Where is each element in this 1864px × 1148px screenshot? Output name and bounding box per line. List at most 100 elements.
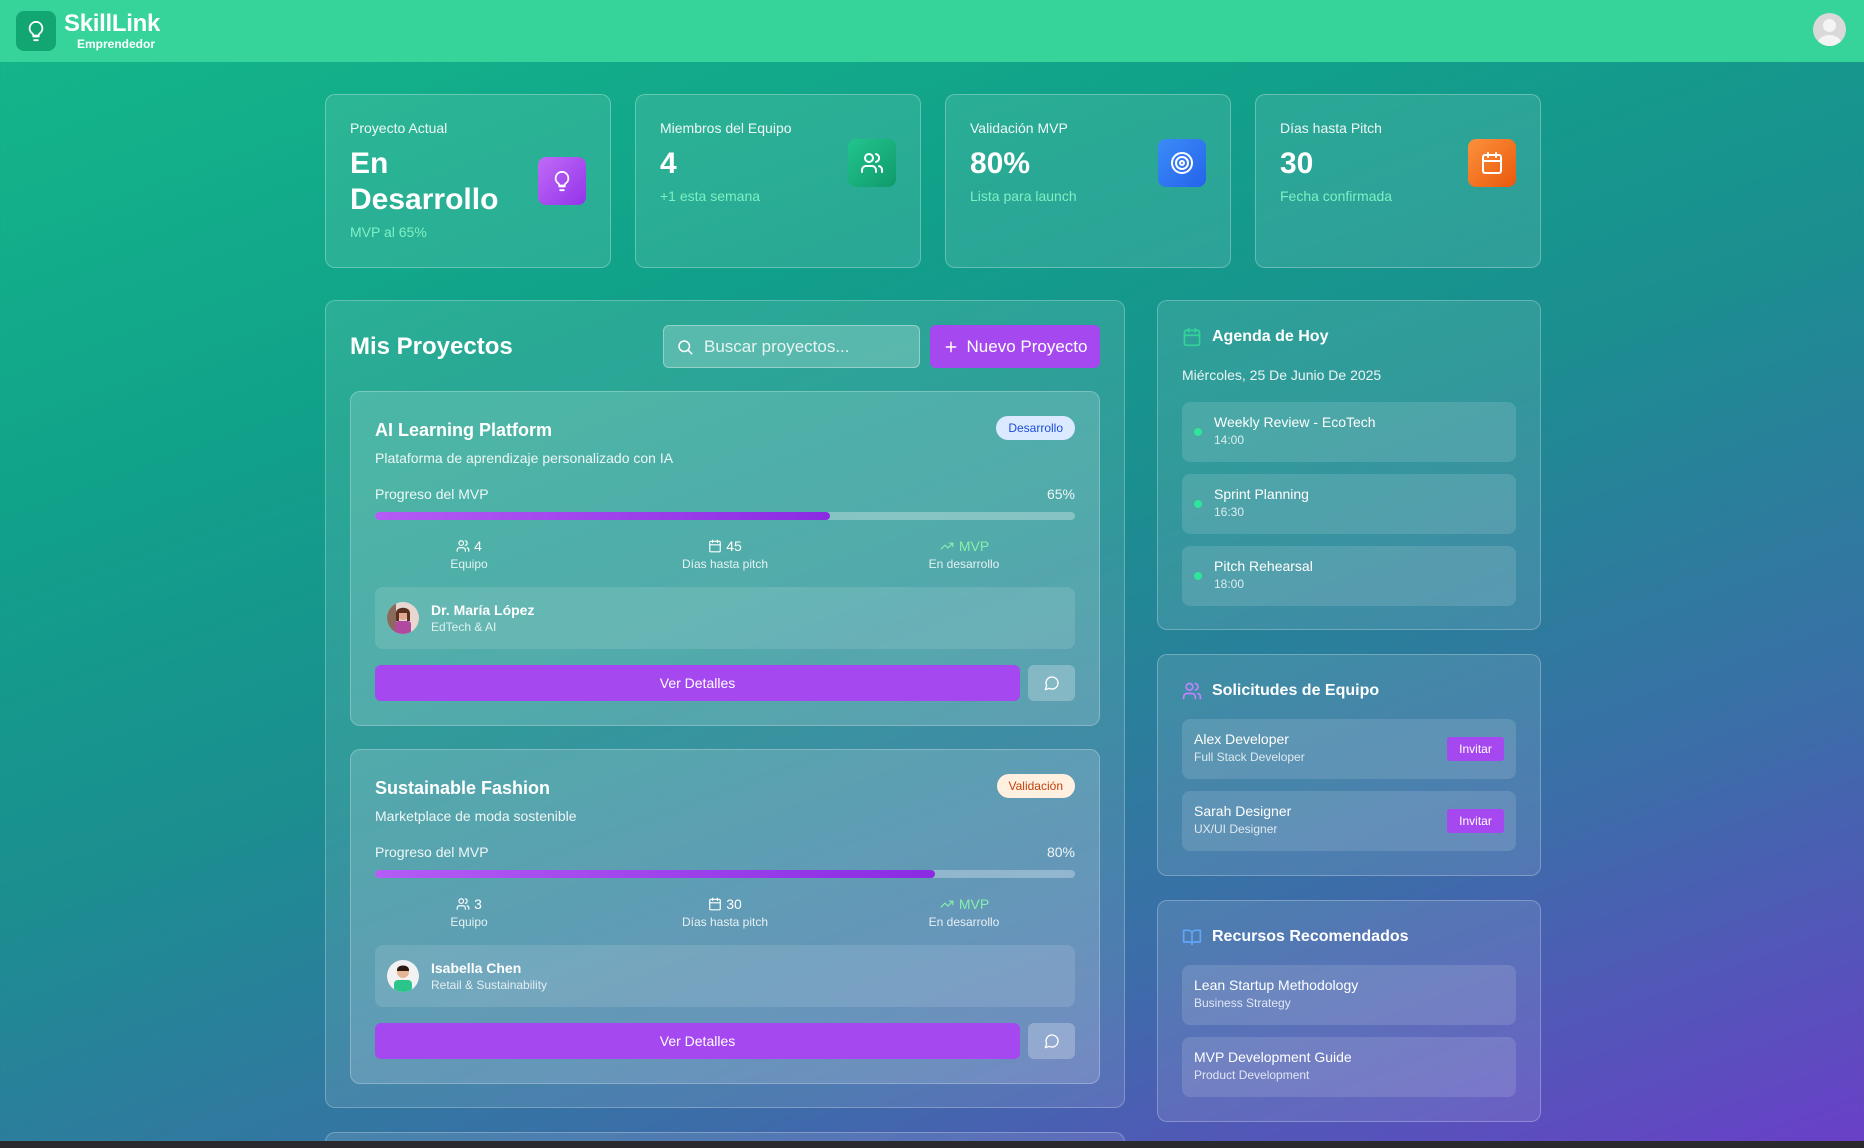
agenda-item[interactable]: Pitch Rehearsal 18:00: [1182, 546, 1516, 606]
agenda-item-name: Weekly Review - EcoTech: [1214, 414, 1376, 430]
view-details-button[interactable]: Ver Detalles: [375, 665, 1020, 701]
resource-item[interactable]: Lean Startup Methodology Business Strate…: [1182, 965, 1516, 1025]
users-icon: [456, 898, 470, 910]
calendar-icon: [1183, 327, 1201, 347]
status-badge: Validación: [996, 774, 1075, 798]
metric-days: 30 Días hasta pitch: [625, 896, 825, 929]
progress-label: Progreso del MVP: [375, 486, 489, 502]
stat-label: Proyecto Actual: [350, 120, 448, 136]
team-request-item: Alex Developer Full Stack Developer Invi…: [1182, 719, 1516, 779]
bottom-strip: [0, 1141, 1864, 1148]
team-requests-panel: Solicitudes de Equipo Alex Developer Ful…: [1157, 654, 1541, 876]
avatar: [387, 960, 419, 992]
project-desc: Marketplace de moda sostenible: [375, 808, 577, 824]
search-icon: [678, 339, 693, 354]
progress-fill: [375, 512, 830, 520]
agenda-item[interactable]: Weekly Review - EcoTech 14:00: [1182, 402, 1516, 462]
project-card: Sustainable Fashion Marketplace de moda …: [350, 749, 1100, 1084]
metric-label: Días hasta pitch: [681, 557, 769, 571]
mentor-row[interactable]: Isabella Chen Retail & Sustainability: [375, 945, 1075, 1007]
stat-card-mvp-validation: Validación MVP 80% Lista para launch: [945, 94, 1231, 268]
agenda-title: Agenda de Hoy: [1212, 328, 1329, 345]
metric-value: 45: [726, 538, 742, 554]
stat-card-team-members: Miembros del Equipo 4 +1 esta semana: [635, 94, 921, 268]
chat-button[interactable]: [1028, 665, 1075, 701]
resources-panel: Recursos Recomendados Lean Startup Metho…: [1157, 900, 1541, 1122]
progress-fill: [375, 870, 935, 878]
status-dot: [1194, 428, 1202, 436]
resource-category: Product Development: [1194, 1068, 1310, 1082]
invite-button[interactable]: Invitar: [1447, 809, 1504, 833]
status-dot: [1194, 500, 1202, 508]
invite-button[interactable]: Invitar: [1447, 737, 1504, 761]
team-requests-title: Solicitudes de Equipo: [1212, 682, 1380, 699]
resources-header: Recursos Recomendados: [1182, 927, 1409, 947]
metric-value: 4: [474, 538, 482, 554]
metric-value: 30: [726, 896, 742, 912]
users-icon: [848, 139, 896, 187]
metric-label: Equipo: [450, 557, 488, 571]
mentor-field: Retail & Sustainability: [431, 978, 548, 992]
agenda-item-time: 18:00: [1214, 577, 1245, 591]
users-icon: [1182, 682, 1202, 700]
progress-bar: [375, 870, 1075, 878]
agenda-date: Miércoles, 25 De Junio De 2025: [1182, 367, 1382, 383]
calendar-icon: [709, 897, 722, 911]
trending-up-icon: [940, 900, 954, 908]
view-details-button[interactable]: Ver Detalles: [375, 1023, 1020, 1059]
stat-sub: MVP al 65%: [350, 224, 427, 240]
project-desc: Plataforma de aprendizaje personalizado …: [375, 450, 674, 466]
book-open-icon: [1182, 929, 1202, 946]
users-icon: [456, 540, 470, 552]
mentor-field: EdTech & AI: [431, 620, 497, 634]
status-badge: Desarrollo: [996, 416, 1075, 440]
metric-label: En desarrollo: [928, 557, 1000, 571]
lightbulb-icon: [538, 157, 586, 205]
metric-value: MVP: [958, 896, 990, 912]
status-dot: [1194, 572, 1202, 580]
resource-item[interactable]: MVP Development Guide Product Developmen…: [1182, 1037, 1516, 1097]
brand[interactable]: SkillLink Emprendedor: [64, 10, 160, 51]
metric-team: 3 Equipo: [369, 896, 569, 929]
calendar-icon: [709, 539, 722, 553]
agenda-panel: Agenda de Hoy Miércoles, 25 De Junio De …: [1157, 300, 1541, 630]
progress-label: Progreso del MVP: [375, 844, 489, 860]
stat-sub: Lista para launch: [970, 188, 1077, 204]
plus-icon: [945, 341, 956, 352]
projects-panel: Mis Proyectos Nuevo Proyecto AI Learning…: [325, 300, 1125, 1108]
message-icon: [1044, 1034, 1059, 1049]
project-title: Sustainable Fashion: [375, 778, 551, 798]
agenda-header: Agenda de Hoy: [1182, 327, 1328, 347]
team-request-item: Sarah Designer UX/UI Designer Invitar: [1182, 791, 1516, 851]
user-avatar[interactable]: [1813, 13, 1846, 46]
resource-category: Business Strategy: [1194, 996, 1291, 1010]
target-icon: [1158, 139, 1206, 187]
search-box[interactable]: [663, 325, 920, 368]
app-name: SkillLink: [64, 10, 160, 37]
agenda-item-time: 14:00: [1214, 433, 1245, 447]
stat-label: Validación MVP: [970, 120, 1068, 136]
metric-days: 45 Días hasta pitch: [625, 538, 825, 571]
metric-value: MVP: [958, 538, 990, 554]
agenda-item-name: Pitch Rehearsal: [1214, 558, 1313, 574]
mentor-row[interactable]: Dr. María López EdTech & AI: [375, 587, 1075, 649]
agenda-item-time: 16:30: [1214, 505, 1245, 519]
chat-button[interactable]: [1028, 1023, 1075, 1059]
new-project-button[interactable]: Nuevo Proyecto: [930, 325, 1100, 368]
trending-up-icon: [940, 542, 954, 550]
metric-label: Días hasta pitch: [681, 915, 769, 929]
lightbulb-logo-icon[interactable]: [16, 11, 56, 51]
search-input[interactable]: [704, 336, 914, 357]
mentor-name: Isabella Chen: [431, 960, 522, 976]
top-bar: SkillLink Emprendedor: [0, 0, 1864, 62]
new-project-label: Nuevo Proyecto: [966, 336, 1088, 356]
resource-name: Lean Startup Methodology: [1194, 977, 1359, 993]
progress-percent: 80%: [1046, 844, 1075, 860]
agenda-item[interactable]: Sprint Planning 16:30: [1182, 474, 1516, 534]
progress-bar: [375, 512, 1075, 520]
resources-title: Recursos Recomendados: [1212, 928, 1409, 945]
metric-label: En desarrollo: [928, 915, 1000, 929]
avatar: [387, 602, 419, 634]
stat-label: Miembros del Equipo: [660, 120, 792, 136]
calendar-icon: [1468, 139, 1516, 187]
